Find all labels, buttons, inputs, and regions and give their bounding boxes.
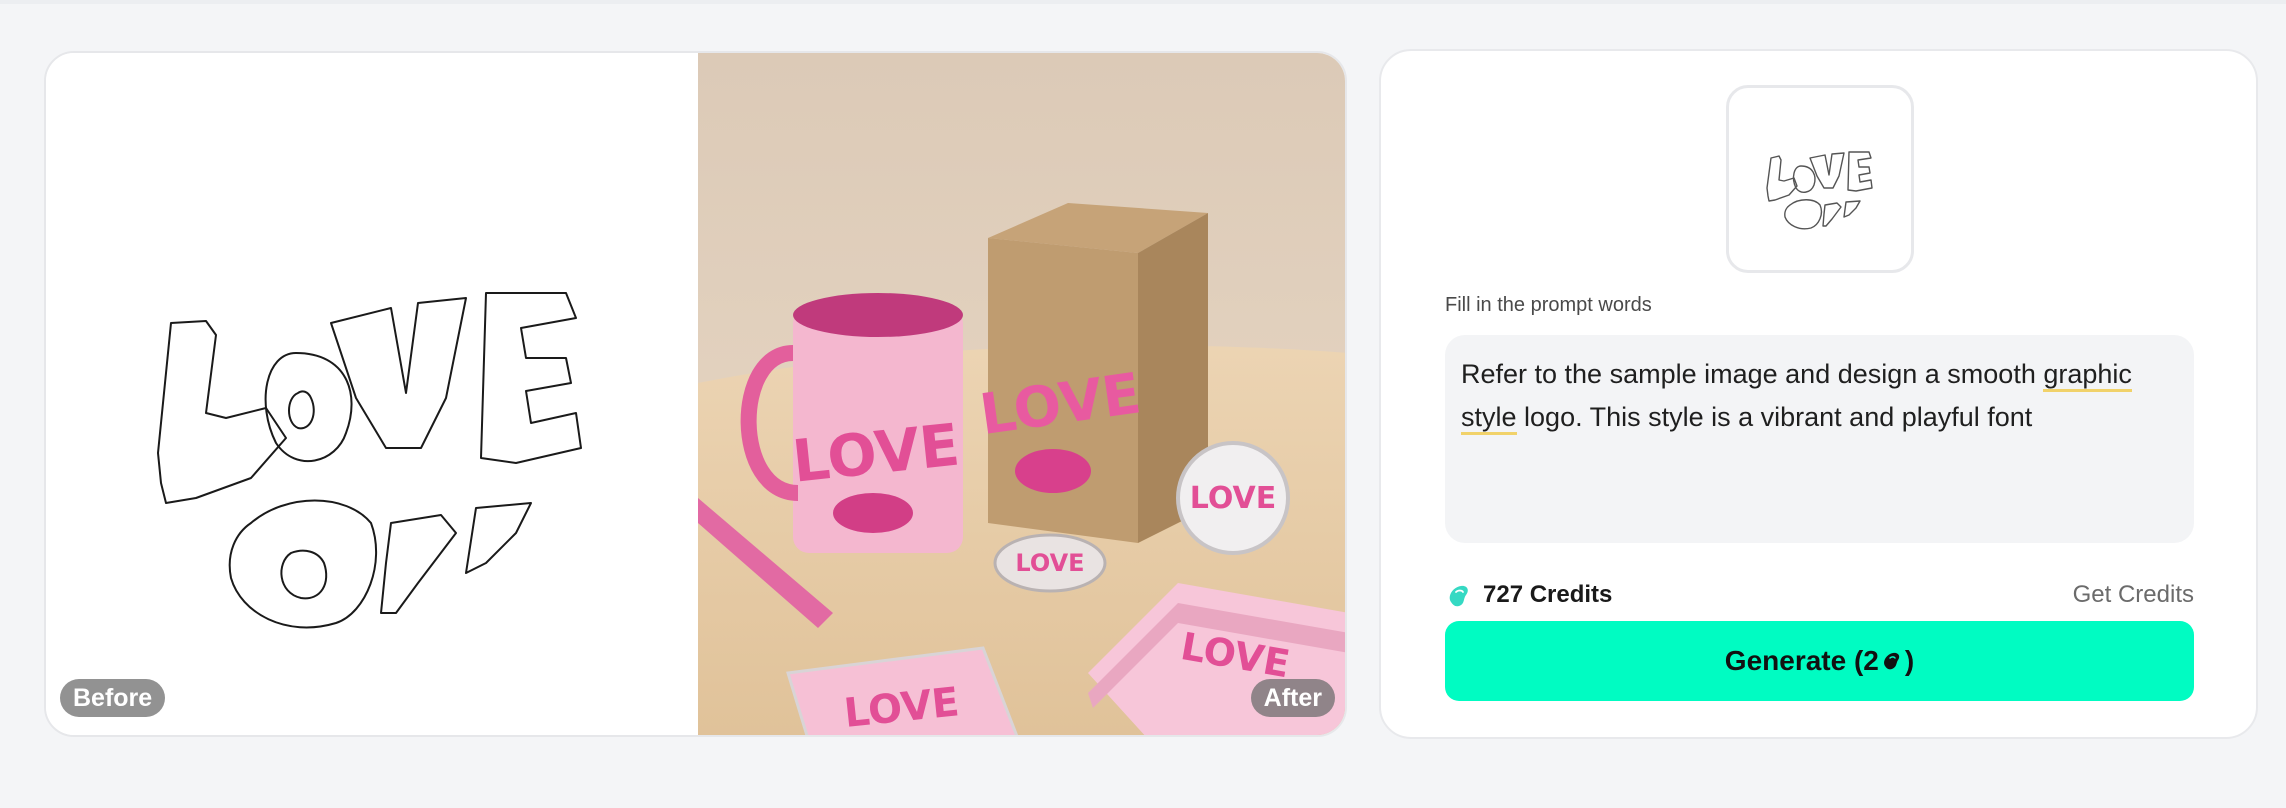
- after-mockup-pane: LOVE LOVE LOVE LOVE LOVE LOVE After: [698, 53, 1345, 735]
- credits-count: 727 Credits: [1483, 581, 1613, 608]
- generate-label-prefix: Generate (2: [1724, 645, 1879, 676]
- reference-image-thumbnail[interactable]: [1726, 85, 1914, 273]
- prompt-text-part: logo. This style is a vibrant and playfu…: [1516, 402, 2033, 432]
- before-sketch-pane: Before: [46, 53, 698, 735]
- love-sketch-drawing: [157, 292, 582, 629]
- prompt-text-part: Refer to the sample image and design a s…: [1461, 359, 2044, 389]
- merchandise-mockup-image: LOVE LOVE LOVE LOVE LOVE LOVE: [698, 53, 1345, 735]
- get-credits-link[interactable]: Get Credits: [2073, 581, 2194, 609]
- after-badge: After: [1250, 679, 1335, 717]
- generate-label-suffix: ): [1904, 645, 1915, 676]
- prompt-textarea[interactable]: Refer to the sample image and design a s…: [1445, 335, 2194, 543]
- before-badge: Before: [60, 679, 166, 717]
- generate-button[interactable]: Generate (2 ): [1445, 621, 2194, 701]
- before-after-comparison[interactable]: Before LOVE LOVE LOVE LOVE LOVE LOVE Aft…: [44, 51, 1347, 737]
- love-sketch-thumbnail-icon: [1766, 151, 1873, 230]
- svg-text:LOVE: LOVE: [1190, 481, 1276, 516]
- svg-text:LOVE: LOVE: [1015, 549, 1084, 577]
- credits-coin-icon: [1449, 585, 1468, 607]
- credit-bean-icon: [1883, 652, 1900, 670]
- prompt-spellcheck-word: graphic: [2043, 359, 2132, 392]
- prompt-spellcheck-word: style: [1461, 402, 1517, 435]
- prompt-label: Fill in the prompt words: [1445, 294, 1652, 316]
- generate-panel: Fill in the prompt words Refer to the sa…: [1379, 49, 2258, 739]
- top-divider: [0, 0, 2286, 4]
- credits-row: 727 Credits Get Credits: [1445, 578, 2194, 614]
